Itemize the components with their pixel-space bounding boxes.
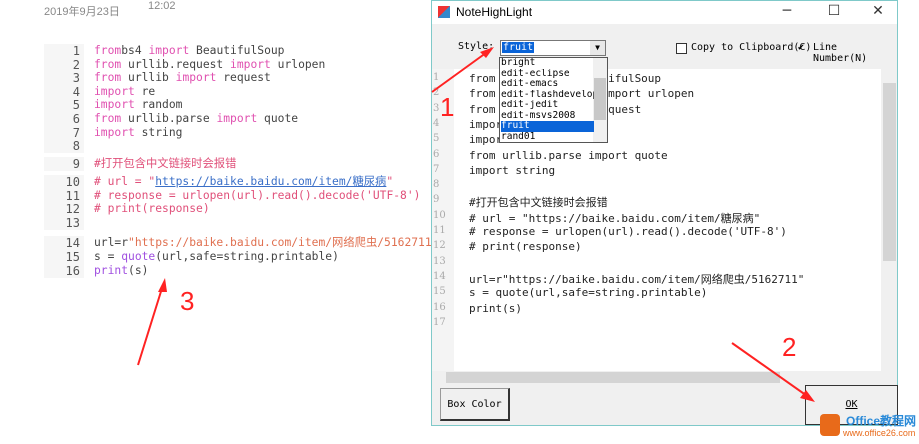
arrow-2 <box>731 342 811 399</box>
arrow-3 <box>137 284 164 366</box>
style-option[interactable]: rand01 <box>501 132 594 143</box>
style-option[interactable]: edit-msvs2008 <box>501 111 594 122</box>
annotation-2: 2 <box>782 332 797 362</box>
watermark-url: www.office26.com <box>843 428 916 438</box>
watermark-brand: Office教程网 <box>846 414 917 428</box>
style-option[interactable]: edit-flashdevelop <box>501 90 594 101</box>
style-option[interactable]: fruit <box>501 121 594 132</box>
office-logo-icon <box>820 414 840 436</box>
dropdown-scrollbar[interactable] <box>593 58 607 142</box>
annotation-1: 1 <box>440 92 455 122</box>
style-option[interactable]: edit-emacs <box>501 79 594 90</box>
annotation-arrows <box>137 47 815 402</box>
style-dropdown-list[interactable]: bright edit-eclipse edit-emacs edit-flashde… <box>499 57 608 143</box>
style-option[interactable]: bright <box>501 58 594 69</box>
annotation-3: 3 <box>180 286 195 316</box>
arrow-1 <box>431 49 491 93</box>
style-option[interactable]: edit-jedit <box>501 100 594 111</box>
style-option[interactable]: edit-eclipse <box>501 69 594 80</box>
